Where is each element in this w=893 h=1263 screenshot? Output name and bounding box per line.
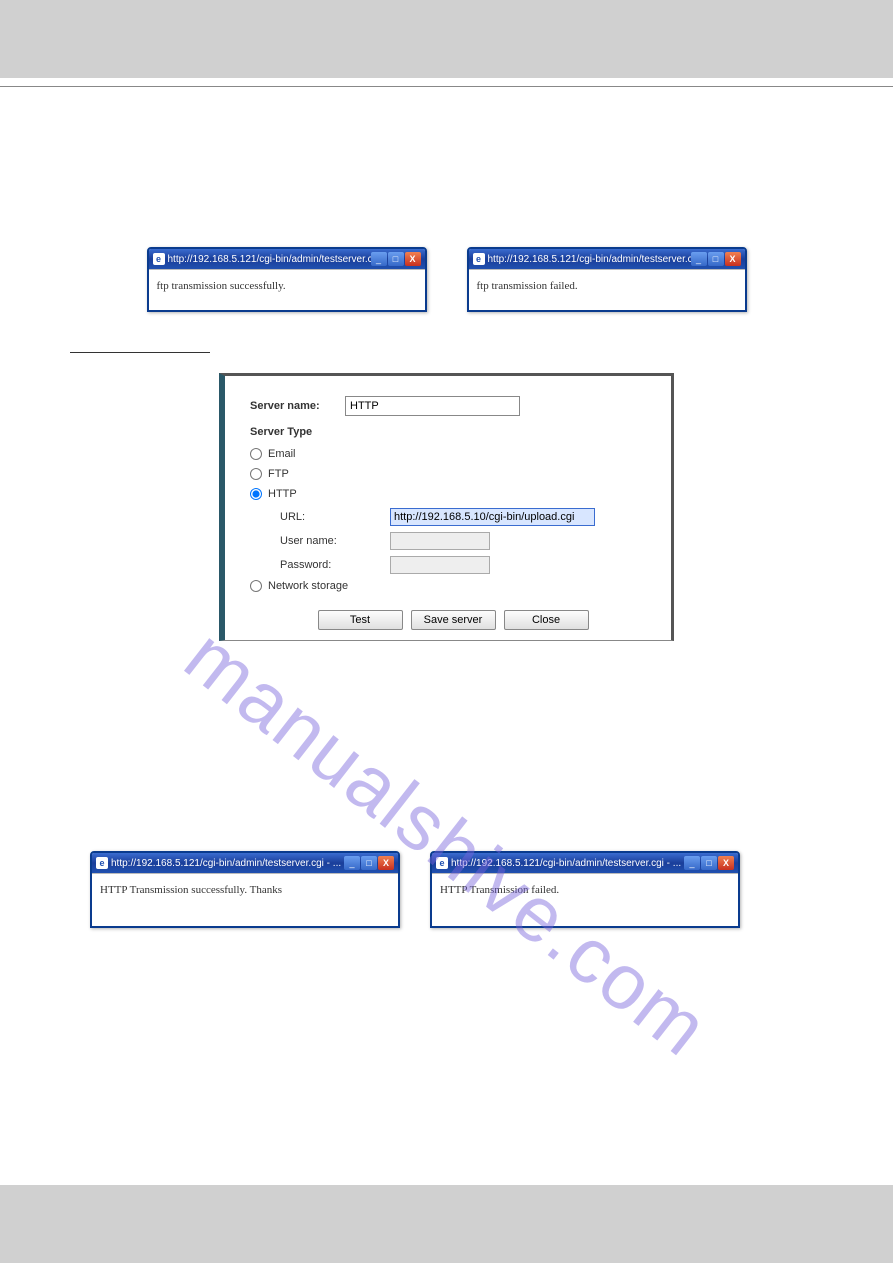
ftp-success-window: http://192.168.5.121/cgi-bin/admin/tests… (147, 247, 427, 312)
maximize-button[interactable]: □ (708, 252, 724, 266)
radio-network-storage-label: Network storage (268, 580, 348, 592)
password-label: Password: (280, 559, 390, 571)
window-titlebar[interactable]: http://192.168.5.121/cgi-bin/admin/tests… (432, 853, 738, 873)
close-dialog-button[interactable]: Close (504, 610, 589, 630)
close-button[interactable]: X (405, 252, 421, 266)
window-title-text: http://192.168.5.121/cgi-bin/admin/tests… (168, 254, 371, 265)
close-button[interactable]: X (378, 856, 394, 870)
minimize-button[interactable]: _ (691, 252, 707, 266)
ftp-popup-row: http://192.168.5.121/cgi-bin/admin/tests… (60, 247, 833, 312)
window-title-text: http://192.168.5.121/cgi-bin/admin/tests… (488, 254, 691, 265)
test-button[interactable]: Test (318, 610, 403, 630)
username-input[interactable] (390, 532, 490, 550)
radio-http-label: HTTP (268, 488, 297, 500)
window-titlebar[interactable]: http://192.168.5.121/cgi-bin/admin/tests… (92, 853, 398, 873)
ie-icon (153, 253, 165, 265)
http-success-window: http://192.168.5.121/cgi-bin/admin/tests… (90, 851, 400, 928)
url-input[interactable] (390, 508, 595, 526)
minimize-button[interactable]: _ (684, 856, 700, 870)
window-titlebar[interactable]: http://192.168.5.121/cgi-bin/admin/tests… (149, 249, 425, 269)
ie-icon (96, 857, 108, 869)
page-content: http://192.168.5.121/cgi-bin/admin/tests… (0, 87, 893, 978)
radio-network-storage[interactable] (250, 580, 262, 592)
server-type-heading: Server Type (250, 426, 656, 438)
http-fail-window: http://192.168.5.121/cgi-bin/admin/tests… (430, 851, 740, 928)
password-input[interactable] (390, 556, 490, 574)
server-settings-dialog: Server name: Server Type Email FTP HTTP … (219, 373, 674, 641)
server-name-input[interactable] (345, 396, 520, 416)
http-fail-message: HTTP Transmission failed. (432, 873, 738, 926)
window-titlebar[interactable]: http://192.168.5.121/cgi-bin/admin/tests… (469, 249, 745, 269)
radio-http[interactable] (250, 488, 262, 500)
minimize-button[interactable]: _ (344, 856, 360, 870)
maximize-button[interactable]: □ (388, 252, 404, 266)
http-popup-row: http://192.168.5.121/cgi-bin/admin/tests… (60, 851, 833, 928)
ftp-fail-window: http://192.168.5.121/cgi-bin/admin/tests… (467, 247, 747, 312)
ftp-success-message: ftp transmission successfully. (149, 269, 425, 310)
maximize-button[interactable]: □ (361, 856, 377, 870)
http-success-message: HTTP Transmission successfully. Thanks (92, 873, 398, 926)
ftp-fail-message: ftp transmission failed. (469, 269, 745, 310)
maximize-button[interactable]: □ (701, 856, 717, 870)
save-server-button[interactable]: Save server (411, 610, 496, 630)
top-header-bar (0, 0, 893, 78)
radio-email-label: Email (268, 448, 296, 460)
ie-icon (436, 857, 448, 869)
radio-ftp[interactable] (250, 468, 262, 480)
window-title-text: http://192.168.5.121/cgi-bin/admin/tests… (111, 858, 341, 869)
ie-icon (473, 253, 485, 265)
url-label: URL: (280, 511, 390, 523)
section-underline (70, 352, 833, 353)
server-name-label: Server name: (250, 400, 345, 412)
window-title-text: http://192.168.5.121/cgi-bin/admin/tests… (451, 858, 681, 869)
close-button[interactable]: X (725, 252, 741, 266)
bottom-footer-bar (0, 1185, 893, 1263)
radio-email[interactable] (250, 448, 262, 460)
close-button[interactable]: X (718, 856, 734, 870)
minimize-button[interactable]: _ (371, 252, 387, 266)
radio-ftp-label: FTP (268, 468, 289, 480)
username-label: User name: (280, 535, 390, 547)
